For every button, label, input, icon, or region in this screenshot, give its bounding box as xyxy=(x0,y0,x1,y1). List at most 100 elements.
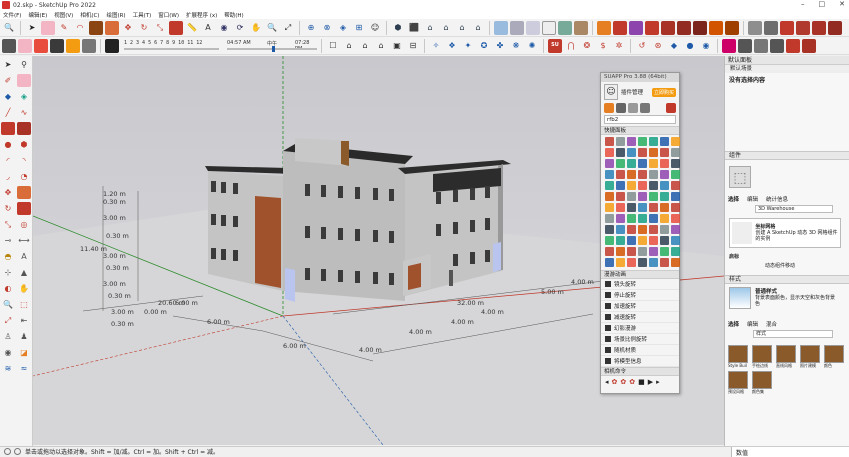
sandbox-icon[interactable] xyxy=(748,20,762,35)
suapp-tool-icon[interactable] xyxy=(605,137,614,146)
outer-shell-icon[interactable] xyxy=(725,20,739,35)
menu-view[interactable]: 视图(V) xyxy=(54,11,73,19)
suapp-tool-icon[interactable] xyxy=(671,247,680,256)
offset-icon[interactable] xyxy=(169,20,183,35)
suapp-tool-icon[interactable] xyxy=(649,225,658,234)
fog-icon[interactable]: ☐ xyxy=(326,39,340,53)
line-tool-icon[interactable]: ✎ xyxy=(57,21,71,35)
tape-measure-icon[interactable]: 📏 xyxy=(185,21,199,35)
suapp-tool-icon[interactable] xyxy=(638,203,647,212)
rotated-rect-icon[interactable] xyxy=(17,122,31,135)
pushpull-icon[interactable] xyxy=(105,20,119,35)
search-icon[interactable]: 🔍 xyxy=(2,21,16,35)
paint-bucket-icon[interactable]: ◉ xyxy=(217,21,231,35)
materials-icon[interactable] xyxy=(18,38,32,53)
minimize-button[interactable]: – xyxy=(801,0,805,8)
arc3-icon[interactable]: ◞ xyxy=(1,170,15,183)
move-icon[interactable]: ✥ xyxy=(121,21,135,35)
offset-left-icon[interactable]: ◎ xyxy=(17,218,31,231)
suapp-tool-icon[interactable] xyxy=(671,181,680,190)
suapp-tool-icon[interactable] xyxy=(649,170,658,179)
previous-view-icon[interactable]: ⇤ xyxy=(17,314,31,327)
wall-icon[interactable] xyxy=(738,38,752,53)
warehouse-search-input[interactable]: 3D Warehouse xyxy=(755,205,833,213)
suapp-tool-icon[interactable] xyxy=(649,192,658,201)
suapp-tool-icon[interactable] xyxy=(660,137,669,146)
suapp-tool-icon[interactable] xyxy=(671,192,680,201)
solid-union-icon[interactable] xyxy=(645,20,659,35)
suapp-tool-icon[interactable] xyxy=(616,247,625,256)
prev-icon[interactable]: ◂ xyxy=(605,378,609,386)
suapp-tool-icon[interactable] xyxy=(616,137,625,146)
suapp-tool-icon[interactable] xyxy=(649,247,658,256)
door-tool-icon[interactable] xyxy=(770,38,784,53)
freehand-icon[interactable]: ∿ xyxy=(17,106,31,119)
style-thumb[interactable]: 颜色 xyxy=(824,345,846,369)
suapp-tool-icon[interactable] xyxy=(616,258,625,267)
anim-item[interactable]: 加速旋转 xyxy=(601,301,679,312)
suapp-tool-icon[interactable] xyxy=(616,236,625,245)
cube-blue-icon[interactable]: ◆ xyxy=(667,39,681,53)
zoom-window-icon[interactable]: ⬚ xyxy=(17,298,31,311)
orbit-left-icon[interactable]: ◐ xyxy=(1,282,15,295)
user-tab-icon[interactable] xyxy=(640,103,650,113)
walk-icon[interactable]: ♟ xyxy=(17,330,31,343)
paint-icon[interactable]: ✐ xyxy=(1,74,15,87)
menu-help[interactable]: 帮助(H) xyxy=(224,11,243,19)
suapp-tool-icon[interactable] xyxy=(660,181,669,190)
suapp-icon-2[interactable]: ❖ xyxy=(445,39,459,53)
circle-icon[interactable]: ● xyxy=(1,138,15,151)
cmd-icon-1[interactable]: ✿ xyxy=(612,378,618,386)
house-outline-icon[interactable]: ⌂ xyxy=(374,39,388,53)
suapp-tool-icon[interactable] xyxy=(649,203,658,212)
select-tool-icon[interactable]: ➤ xyxy=(25,21,39,35)
suapp-tool-icon[interactable] xyxy=(660,148,669,157)
style-thumb[interactable]: 直线风格 xyxy=(776,345,798,369)
menu-camera[interactable]: 相机(C) xyxy=(80,11,99,19)
section-cut-icon[interactable] xyxy=(613,20,627,35)
suapp-tool-icon[interactable] xyxy=(638,236,647,245)
stair-tool-icon[interactable] xyxy=(786,38,800,53)
anim-item[interactable]: 停止旋转 xyxy=(601,290,679,301)
layer-sel2-icon[interactable]: ≈ xyxy=(17,362,31,375)
quick-panel-header[interactable]: 快捷面板 xyxy=(601,126,679,135)
suapp-tool-icon[interactable] xyxy=(627,137,636,146)
smoove-icon[interactable] xyxy=(764,20,778,35)
suapp-tool-icon[interactable] xyxy=(671,170,680,179)
anim-panel-header[interactable]: 漫游动画 xyxy=(601,270,679,279)
suapp-tool-icon[interactable] xyxy=(649,159,658,168)
components-icon[interactable] xyxy=(34,38,48,53)
rectangle-tool-icon[interactable] xyxy=(89,20,103,35)
style-thumb[interactable]: Style Buil xyxy=(728,345,750,369)
followme-icon[interactable] xyxy=(17,202,31,215)
3dtext-icon[interactable]: ▲ xyxy=(17,266,31,279)
top-view-icon[interactable]: ⬛ xyxy=(407,21,421,35)
reload-icon[interactable]: ↺ xyxy=(635,39,649,53)
pan-icon[interactable]: ✋ xyxy=(249,21,263,35)
component-item[interactable]: 启标 xyxy=(729,250,841,262)
eraser-left-icon[interactable] xyxy=(17,74,31,87)
suapp-tool-icon[interactable] xyxy=(660,236,669,245)
layout-icon[interactable]: ◈ xyxy=(336,21,350,35)
suapp-tool-icon[interactable] xyxy=(627,203,636,212)
suapp-icon-1[interactable]: ✧ xyxy=(429,39,443,53)
section-plane-icon[interactable] xyxy=(597,20,611,35)
scenes-icon[interactable] xyxy=(66,38,80,53)
shadow-time-handle[interactable] xyxy=(272,45,275,52)
maximize-button[interactable]: □ xyxy=(819,0,826,8)
suapp-tool-icon[interactable] xyxy=(616,148,625,157)
zoom-extents-icon[interactable]: ⤢ xyxy=(281,21,295,35)
solid-intersect-icon[interactable] xyxy=(677,20,691,35)
suapp-tool-icon[interactable] xyxy=(616,203,625,212)
suapp-icon-5[interactable]: ✤ xyxy=(493,39,507,53)
suapp-tool-icon[interactable] xyxy=(616,192,625,201)
suapp-tool-icon[interactable] xyxy=(649,181,658,190)
paint-bucket-left-icon[interactable]: ◆ xyxy=(1,90,15,103)
styles-header[interactable]: 样式 xyxy=(725,275,849,284)
tape-left-icon[interactable]: ⊸ xyxy=(1,234,15,247)
suapp-tool-icon[interactable] xyxy=(638,181,647,190)
hidden-line-icon[interactable] xyxy=(542,20,556,35)
extension-manager-icon[interactable]: ⊞ xyxy=(352,21,366,35)
credits-icon[interactable] xyxy=(14,448,21,455)
arc-left-icon[interactable]: ◜ xyxy=(1,154,15,167)
